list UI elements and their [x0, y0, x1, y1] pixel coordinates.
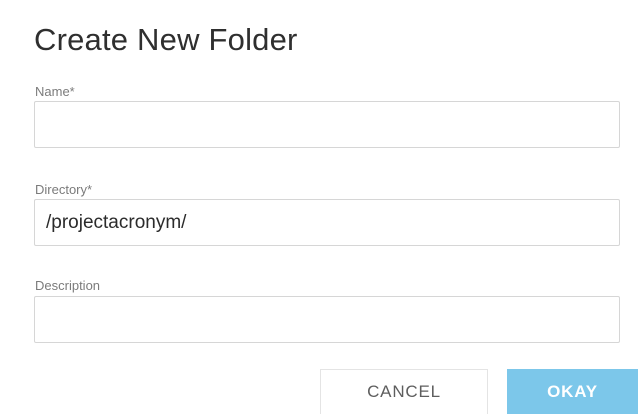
- name-input[interactable]: [34, 101, 620, 148]
- cancel-button[interactable]: CANCEL: [320, 369, 488, 414]
- description-input[interactable]: [34, 296, 620, 343]
- directory-label: Directory*: [35, 182, 93, 197]
- name-label: Name*: [35, 84, 75, 99]
- create-folder-dialog: Create New Folder Name* Directory* Descr…: [0, 0, 638, 414]
- directory-input[interactable]: [34, 199, 620, 246]
- description-label: Description: [35, 278, 101, 293]
- dialog-title: Create New Folder: [34, 22, 298, 57]
- okay-button[interactable]: OKAY: [507, 369, 638, 414]
